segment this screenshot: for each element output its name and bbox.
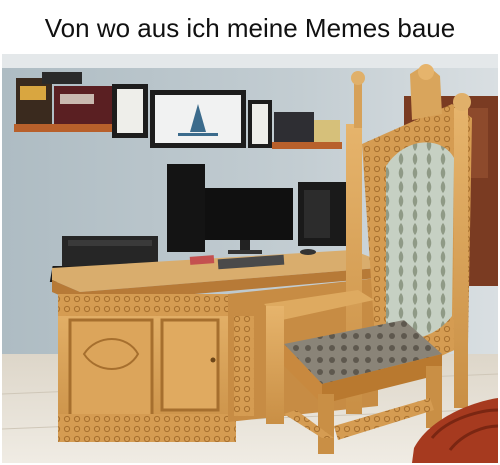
chair-back-fabric — [386, 142, 454, 339]
meme-caption: Von wo aus ich meine Memes baue — [44, 13, 456, 43]
shelf-right — [272, 142, 342, 149]
monitor-vertical — [167, 164, 205, 252]
product-box — [42, 72, 82, 84]
desk-throne-photo — [2, 54, 498, 463]
product-box — [274, 112, 314, 142]
monitor-main — [205, 188, 293, 240]
desk-cabinet-door — [160, 318, 220, 412]
meme-container: Von wo aus ich meine Memes baue — [0, 0, 500, 465]
product-box — [54, 86, 116, 124]
shelf-left — [14, 124, 118, 132]
product-box — [16, 78, 52, 124]
product-box — [314, 120, 340, 142]
mouse-pad — [189, 255, 215, 265]
